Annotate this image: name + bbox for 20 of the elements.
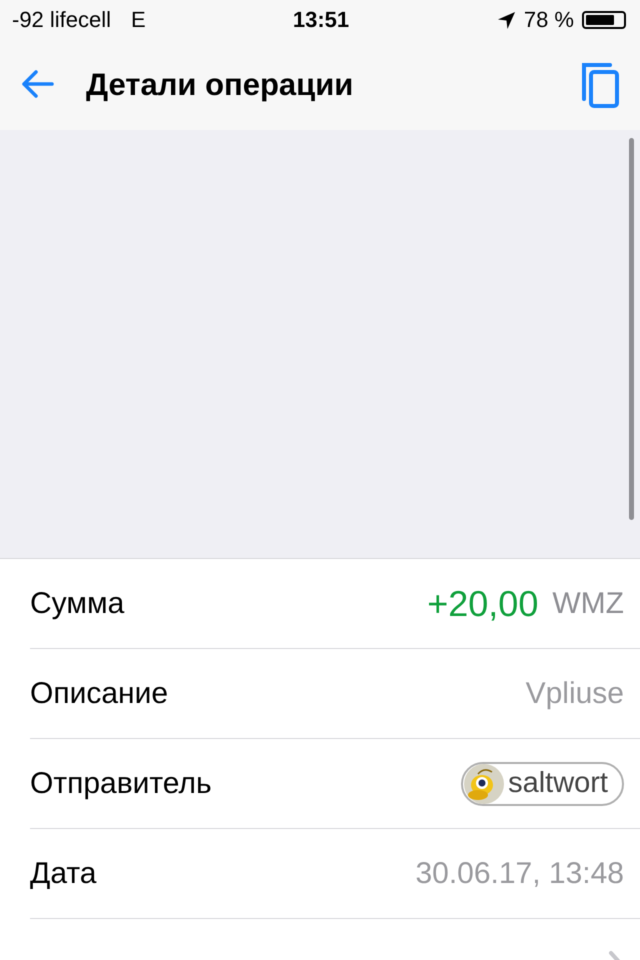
- row-value: 30.06.17, 13:48: [415, 856, 624, 890]
- battery-percent-text: 78 %: [524, 7, 574, 33]
- row-value: Vpliuse: [526, 676, 624, 710]
- battery-icon: [582, 11, 626, 29]
- avatar-icon: [464, 764, 504, 804]
- row-label: Описание: [30, 676, 168, 710]
- row-label: Сумма: [30, 586, 124, 620]
- carrier-text: -92 lifecell: [12, 7, 112, 33]
- row-label: Отправитель: [30, 766, 212, 800]
- screen-title: Детали операции: [86, 67, 354, 103]
- network-text: E: [131, 7, 146, 33]
- back-button[interactable]: [20, 69, 56, 101]
- currency-text: WMZ: [552, 586, 624, 620]
- amount-value: +20,00: [427, 582, 538, 624]
- location-icon: [496, 10, 516, 30]
- copy-button[interactable]: [580, 61, 620, 109]
- sender-chip[interactable]: saltwort: [461, 762, 624, 806]
- clock-text: 13:51: [292, 7, 350, 33]
- row-label: Дата: [30, 856, 96, 890]
- back-arrow-icon: [20, 69, 54, 99]
